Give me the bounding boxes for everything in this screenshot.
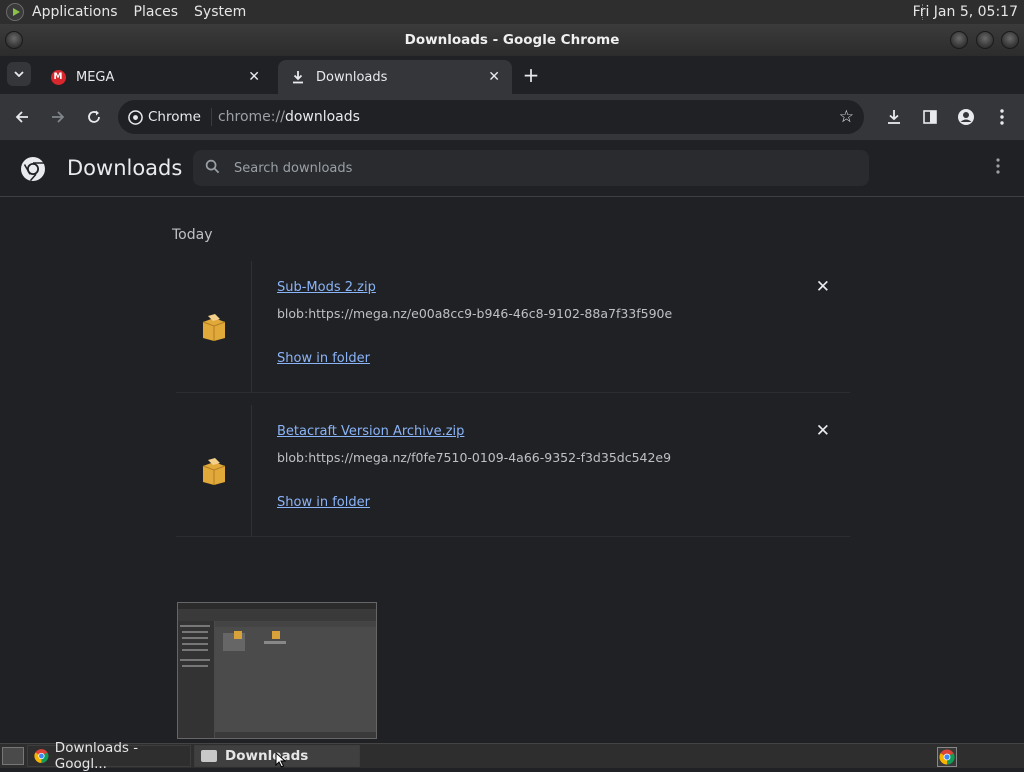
chrome-menu-button[interactable] bbox=[990, 105, 1014, 129]
chrome-logo-icon bbox=[21, 157, 45, 181]
gnome-foot-icon[interactable] bbox=[6, 3, 24, 21]
close-window-button[interactable] bbox=[1001, 31, 1019, 49]
maximize-button[interactable] bbox=[976, 31, 994, 49]
tab-search-button[interactable] bbox=[7, 62, 31, 86]
kebab-menu-icon bbox=[1000, 109, 1004, 125]
address-bar[interactable]: Chrome chrome://downloads ☆ bbox=[118, 100, 864, 134]
new-tab-button[interactable]: + bbox=[520, 63, 542, 87]
url-text[interactable]: chrome://downloads bbox=[218, 109, 360, 125]
page-title: Downloads bbox=[67, 156, 183, 180]
close-tab-icon[interactable]: ✕ bbox=[488, 69, 500, 85]
tab-downloads[interactable]: Downloads ✕ bbox=[278, 60, 512, 94]
taskbar-item-label: Downloads - Googl... bbox=[54, 740, 139, 772]
download-icon bbox=[888, 110, 900, 124]
bookmark-star-icon[interactable]: ☆ bbox=[839, 107, 854, 127]
tab-label: MEGA bbox=[76, 69, 115, 85]
arrow-left-icon bbox=[15, 111, 28, 123]
close-tab-icon[interactable]: ✕ bbox=[248, 69, 260, 85]
arrow-right-icon bbox=[52, 111, 65, 123]
archive-file-icon bbox=[202, 314, 225, 341]
browser-toolbar: Chrome chrome://downloads ☆ bbox=[0, 94, 1024, 140]
remove-download-icon[interactable]: ✕ bbox=[816, 277, 830, 297]
show-in-folder-link[interactable]: Show in folder bbox=[277, 495, 370, 510]
minimize-button[interactable] bbox=[950, 31, 968, 49]
bottom-taskbar: Downloads - Googl... Downloads bbox=[0, 740, 1024, 772]
system-menu[interactable]: System bbox=[186, 0, 254, 24]
file-manager-preview-image bbox=[178, 603, 376, 738]
downloads-header: Downloads bbox=[0, 140, 1024, 197]
window-preview-thumbnail[interactable] bbox=[177, 602, 377, 739]
date-section-header: Today bbox=[172, 227, 213, 243]
window-menu-button[interactable] bbox=[5, 31, 23, 49]
folder-icon bbox=[201, 750, 217, 762]
chrome-icon bbox=[128, 109, 143, 125]
chevron-down-icon bbox=[14, 71, 24, 77]
download-filename-link[interactable]: Betacraft Version Archive.zip bbox=[277, 424, 464, 439]
download-icon bbox=[293, 71, 303, 84]
clock[interactable]: Fri Jan 5, 05:17 bbox=[913, 0, 1018, 24]
reload-button[interactable] bbox=[82, 105, 106, 129]
download-source-url: blob:https://mega.nz/e00a8cc9-b946-46c8-… bbox=[277, 306, 673, 321]
download-source-url: blob:https://mega.nz/f0fe7510-0109-4a66-… bbox=[277, 450, 672, 465]
top-panel: Applications Places System Fri Jan 5, 05… bbox=[0, 0, 1024, 24]
forward-button[interactable] bbox=[46, 105, 70, 129]
url-scheme: chrome:// bbox=[217, 109, 285, 125]
download-item: Sub-Mods 2.zip blob:https://mega.nz/e00a… bbox=[176, 261, 850, 393]
chrome-icon bbox=[34, 749, 49, 763]
file-icon-column bbox=[176, 405, 252, 537]
tray-chrome-icon[interactable] bbox=[937, 747, 957, 767]
window-titlebar[interactable]: Downloads - Google Chrome bbox=[0, 24, 1024, 56]
mega-icon: M bbox=[50, 69, 66, 85]
downloads-toolbar-button[interactable] bbox=[882, 105, 906, 129]
more-actions-button[interactable] bbox=[996, 158, 1000, 179]
applications-menu[interactable]: Applications bbox=[24, 0, 126, 24]
mouse-cursor-icon bbox=[275, 752, 287, 768]
tab-label: Downloads bbox=[316, 69, 388, 85]
profile-button[interactable] bbox=[954, 105, 978, 129]
archive-file-icon bbox=[202, 458, 225, 485]
account-icon bbox=[958, 109, 974, 125]
back-button[interactable] bbox=[10, 105, 34, 129]
side-panel-button[interactable] bbox=[918, 105, 942, 129]
search-icon bbox=[205, 159, 220, 178]
chrome-icon bbox=[939, 749, 955, 765]
reload-icon bbox=[88, 110, 100, 123]
side-panel-icon bbox=[923, 110, 937, 124]
show-in-folder-link[interactable]: Show in folder bbox=[277, 351, 370, 366]
kebab-menu-icon bbox=[996, 158, 1000, 174]
taskbar-item-chrome[interactable]: Downloads - Googl... bbox=[27, 740, 191, 772]
window-title: Downloads - Google Chrome bbox=[404, 32, 620, 48]
downloads-list: Today Sub-Mods 2.zip blob:https://mega.n… bbox=[0, 197, 1024, 743]
tab-mega[interactable]: M MEGA ✕ bbox=[38, 60, 272, 94]
file-icon-column bbox=[176, 261, 252, 393]
site-chip-label: Chrome bbox=[148, 109, 201, 125]
show-desktop-icon[interactable] bbox=[2, 747, 24, 765]
tab-strip: M MEGA ✕ Downloads ✕ + bbox=[0, 56, 1024, 94]
url-path: downloads bbox=[284, 109, 360, 125]
search-downloads[interactable] bbox=[193, 150, 869, 186]
taskbar-item-label: Downloads bbox=[225, 748, 309, 764]
places-menu[interactable]: Places bbox=[126, 0, 187, 24]
download-item: Betacraft Version Archive.zip blob:https… bbox=[176, 405, 850, 537]
download-filename-link[interactable]: Sub-Mods 2.zip bbox=[277, 280, 376, 295]
remove-download-icon[interactable]: ✕ bbox=[816, 421, 830, 441]
search-input[interactable] bbox=[234, 160, 834, 176]
site-info-chip[interactable]: Chrome bbox=[128, 108, 212, 126]
